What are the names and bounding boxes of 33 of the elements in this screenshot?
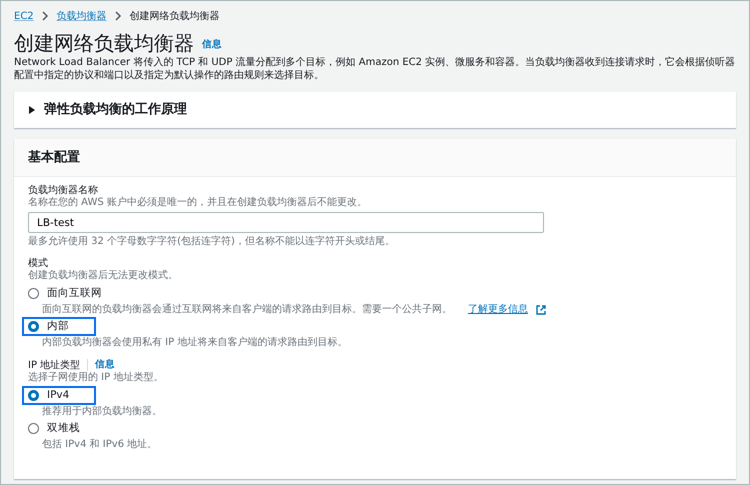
text-input[interactable]: LB-test xyxy=(28,212,544,233)
option-description: 推荐用于内部负载均衡器。 xyxy=(42,406,162,418)
option-description: 包括 IPv4 和 IPv6 地址。 xyxy=(42,439,158,452)
radio-button[interactable] xyxy=(28,321,39,332)
chevron-icon xyxy=(42,11,49,21)
option-description: 面向互联网的负载均衡器会通过互联网将来自客户端的请求路由到目标。需要一个公共子网。 xyxy=(42,304,452,316)
external-link-icon[interactable] xyxy=(536,305,546,315)
info-link[interactable]: 信息 xyxy=(95,358,116,372)
radio-button[interactable] xyxy=(28,423,39,434)
field-hint: 选择子网使用的 IP 地址类型。 xyxy=(28,372,164,384)
option-label: IPv4 xyxy=(47,388,70,403)
option-description: 内部负载均衡器会使用私有 IP 地址将来自客户端的请求路由到目标。 xyxy=(42,337,348,349)
page-description: Network Load Balancer 将传入的 TCP 和 UDP 流量分配到多个目标，例如 Amazon EC2 实例、微服务和容器。当负载均衡器收到连接请求时，它会根据侦听器配置中指定的协议和端口以及指定为默认操作的路由规则来选择目标。 xyxy=(14,56,736,82)
section-title: 基本配置 xyxy=(28,150,80,166)
option-label: 内部 xyxy=(47,318,69,334)
radio-button[interactable] xyxy=(28,390,39,402)
radio-button[interactable] xyxy=(28,288,39,299)
field-label: 负载均衡器名称 xyxy=(28,184,98,197)
breadcrumb-link[interactable]: EC2 xyxy=(14,8,34,24)
field-hint: 创建负载均衡器后无法更改模式。 xyxy=(28,270,179,282)
field-hint: 名称在您的 AWS 账户中必须是唯一的，并且在创建负载均衡器后不能更改。 xyxy=(28,197,368,209)
chevron-icon xyxy=(114,11,122,21)
option-label: 双堆栈 xyxy=(47,420,80,436)
expander-toggle[interactable]: 弹性负载均衡的工作原理 xyxy=(28,100,187,120)
info-link[interactable]: 信息 xyxy=(202,38,222,52)
field-label: 模式 xyxy=(28,257,48,270)
breadcrumb-current: 创建网络负载均衡器 xyxy=(130,10,220,24)
field-label: IP 地址类型 xyxy=(28,358,80,372)
option-label: 面向互联网 xyxy=(47,286,102,301)
breadcrumb-link[interactable]: 负载均衡器 xyxy=(56,8,107,24)
page-title: 创建网络负载均衡器 xyxy=(14,30,194,56)
field-constraint: 最多允许使用 32 个字母数字字符(包括连字符)，但名称不能以连字符开头或结尾。 xyxy=(28,236,396,248)
learn-more-link[interactable]: 了解更多信息 xyxy=(468,304,528,316)
